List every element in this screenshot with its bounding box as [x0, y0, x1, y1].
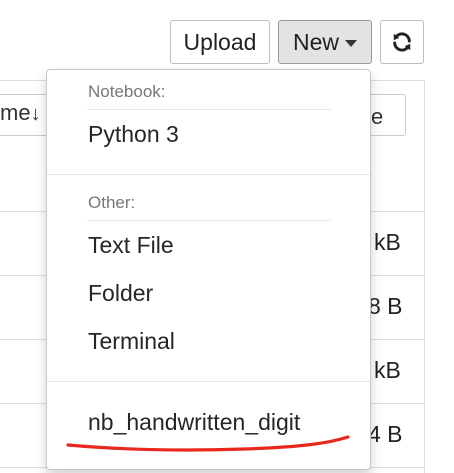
menu-item-terminal[interactable]: Terminal — [88, 328, 175, 355]
menu-item-python-3[interactable]: Python 3 — [88, 121, 179, 148]
file-size-cell: 4 B — [368, 421, 403, 447]
new-button-label: New — [292, 28, 339, 55]
menu-item-folder[interactable]: Folder — [88, 280, 153, 307]
upload-button[interactable]: Upload — [170, 20, 270, 64]
menu-item-text-file[interactable]: Text File — [88, 232, 174, 259]
new-dropdown-menu: Notebook: Python 3 Other: Text File Fold… — [46, 69, 371, 470]
notebook-section-header: Notebook: — [88, 82, 166, 101]
other-section-header: Other: — [88, 193, 136, 212]
file-size-cell: kB — [374, 357, 401, 383]
name-column-header: me↓ — [0, 100, 41, 125]
caret-down-icon — [345, 40, 357, 47]
sort-arrow-icon: ↓ — [30, 103, 41, 125]
file-size-cell: 8 B — [368, 293, 403, 319]
annotation-underline — [66, 435, 350, 452]
menu-divider — [47, 381, 370, 382]
menu-divider — [87, 109, 331, 110]
upload-button-label: Upload — [183, 28, 257, 55]
file-size-cell: kB — [374, 229, 401, 255]
refresh-icon — [393, 32, 411, 52]
refresh-button[interactable] — [380, 20, 424, 64]
new-dropdown-button[interactable]: New — [278, 20, 372, 64]
menu-divider — [87, 220, 331, 221]
menu-divider — [47, 174, 370, 175]
